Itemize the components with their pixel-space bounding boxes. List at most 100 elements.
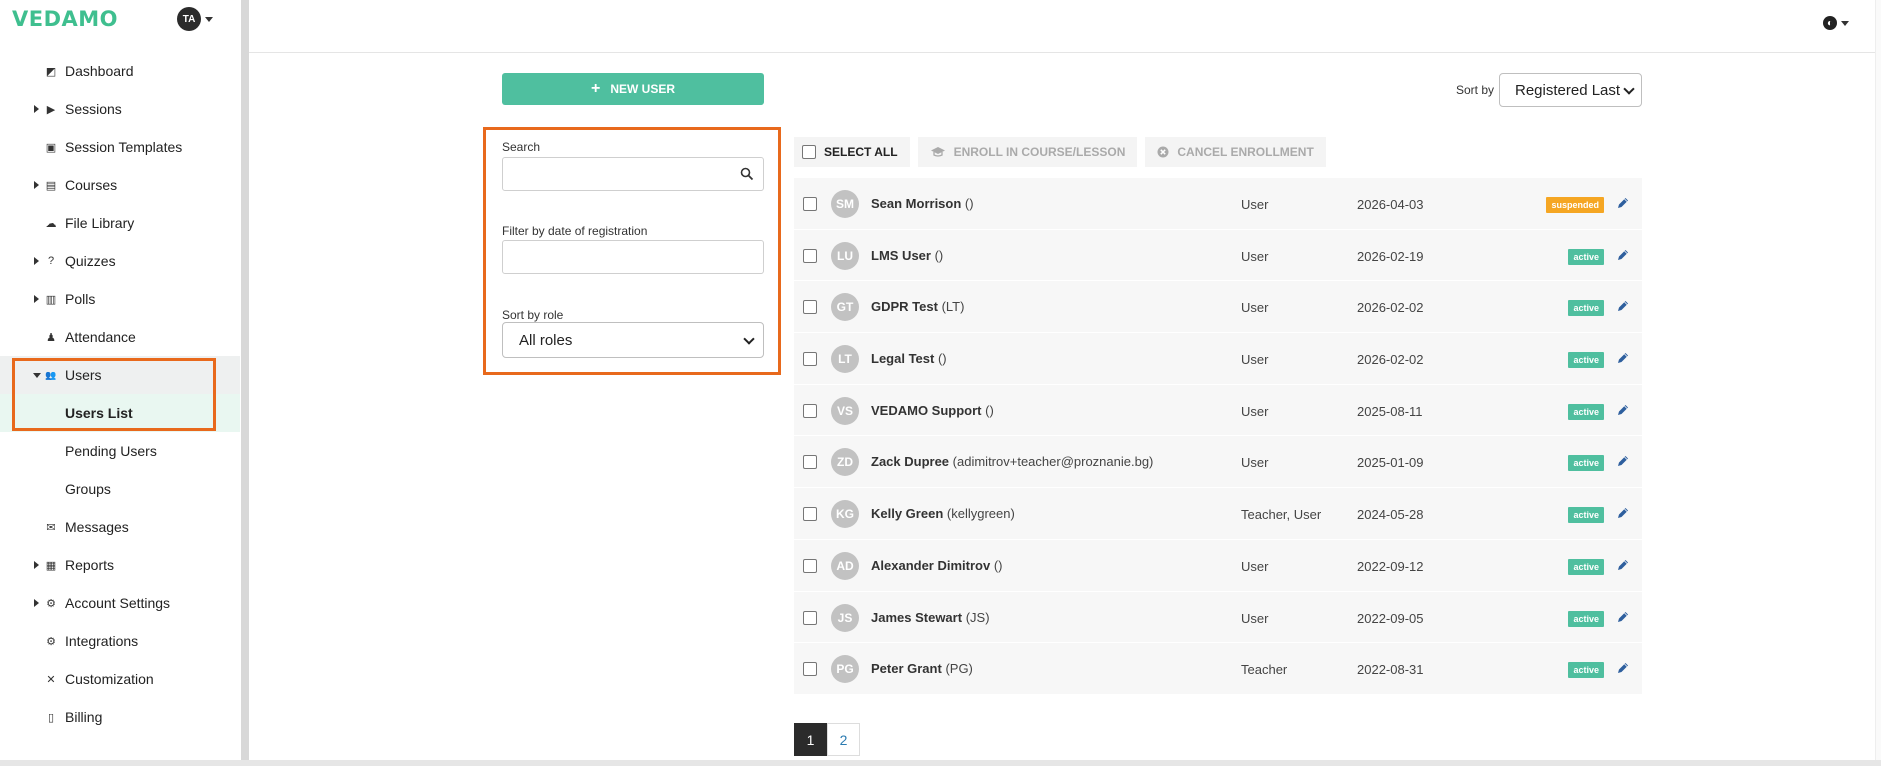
sidebar-item-label: Pending Users (65, 443, 157, 459)
table-row[interactable]: PG Peter Grant (PG) Teacher 2022-08-31 activ… (794, 643, 1642, 695)
pencil-icon[interactable] (1616, 196, 1630, 210)
row-checkbox[interactable] (803, 300, 817, 315)
row-checkbox[interactable] (803, 403, 817, 418)
pencil-icon[interactable] (1616, 403, 1630, 417)
sidebar-item-billing[interactable]: ▯ Billing (0, 698, 240, 736)
table-row[interactable]: AD Alexander Dimitrov () User 2022-09-12 act… (794, 540, 1642, 592)
sidebar-item-file-library[interactable]: ☁ File Library (0, 204, 240, 242)
sidebar-item-label: Billing (65, 709, 103, 725)
caret-right-icon[interactable] (34, 295, 39, 303)
sidebar-scrollbar[interactable] (241, 0, 249, 760)
date-filter-input[interactable] (502, 240, 764, 274)
pencil-icon[interactable] (1616, 558, 1630, 572)
table-row[interactable]: JS James Stewart (JS) User 2022-09-05 active (794, 592, 1642, 644)
registration-date: 2026-02-02 (1357, 300, 1424, 316)
user-name-cell[interactable]: James Stewart (JS) (871, 610, 990, 625)
user-name[interactable]: VEDAMO Support (871, 403, 982, 418)
user-name[interactable]: Legal Test (871, 351, 934, 366)
row-checkbox[interactable] (803, 352, 817, 367)
sidebar-item-label: Sessions (65, 101, 122, 117)
sidebar-item-account-settings[interactable]: ⚙ Account Settings (0, 584, 240, 622)
user-name[interactable]: Sean Morrison (871, 196, 961, 211)
user-name[interactable]: LMS User (871, 248, 931, 263)
table-row[interactable]: LT Legal Test () User 2026-02-02 active (794, 333, 1642, 385)
user-name[interactable]: Alexander Dimitrov (871, 558, 990, 573)
user-name-cell[interactable]: Peter Grant (PG) (871, 661, 973, 676)
sidebar-item-quizzes[interactable]: ? Quizzes (0, 242, 240, 280)
sort-select[interactable]: Registered Last (1499, 73, 1642, 107)
cancel-enrollment-button[interactable]: CANCEL ENROLLMENT (1145, 137, 1326, 167)
caret-right-icon[interactable] (34, 105, 39, 113)
row-checkbox[interactable] (803, 248, 817, 263)
sidebar-item-reports[interactable]: ▦ Reports (0, 546, 240, 584)
caret-right-icon[interactable] (34, 181, 39, 189)
user-name[interactable]: Peter Grant (871, 661, 942, 676)
sidebar-item-groups[interactable]: Groups (0, 470, 240, 508)
sidebar-item-attendance[interactable]: ♟ Attendance (0, 318, 240, 356)
table-row[interactable]: LU LMS User () User 2026-02-19 active (794, 230, 1642, 282)
search-input[interactable] (502, 157, 764, 191)
user-role: User (1241, 558, 1269, 574)
user-name-cell[interactable]: Zack Dupree (adimitrov+teacher@proznanie… (871, 454, 1153, 469)
user-name[interactable]: James Stewart (871, 610, 962, 625)
user-name-cell[interactable]: Legal Test () (871, 351, 947, 366)
table-row[interactable]: GT GDPR Test (LT) User 2026-02-02 active (794, 281, 1642, 334)
pencil-icon[interactable] (1616, 506, 1630, 520)
user-name-cell[interactable]: Sean Morrison () (871, 196, 974, 211)
user-name[interactable]: Kelly Green (871, 506, 943, 521)
pencil-icon[interactable] (1616, 661, 1630, 675)
user-login: (adimitrov+teacher@proznanie.bg) (952, 454, 1154, 470)
sidebar-item-session-templates[interactable]: ▣ Session Templates (0, 128, 240, 166)
sidebar-item-polls[interactable]: ▥ Polls (0, 280, 240, 318)
caret-right-icon[interactable] (34, 257, 39, 265)
table-row[interactable]: VS VEDAMO Support () User 2025-08-11 active (794, 385, 1642, 437)
role-select[interactable]: All roles (502, 322, 764, 358)
vedamo-logo[interactable]: VEDAMO (12, 7, 118, 31)
sidebar-item-integrations[interactable]: ⚙ Integrations (0, 622, 240, 660)
user-name-cell[interactable]: Kelly Green (kellygreen) (871, 506, 1015, 521)
select-all-checkbox[interactable] (802, 145, 816, 159)
row-checkbox[interactable] (803, 610, 817, 625)
table-row[interactable]: ZD Zack Dupree (adimitrov+teacher@proznan… (794, 436, 1642, 489)
caret-right-icon[interactable] (34, 599, 39, 607)
page-button-1[interactable]: 1 (794, 723, 827, 756)
status-badge: active (1568, 403, 1604, 420)
role-filter-label: Sort by role (502, 308, 564, 322)
page-scrollbar[interactable] (1875, 0, 1881, 760)
user-name[interactable]: Zack Dupree (871, 454, 949, 469)
cloud-upload-icon: ☁ (45, 217, 57, 230)
row-checkbox[interactable] (803, 507, 817, 522)
select-all-button[interactable]: SELECT ALL (794, 137, 910, 167)
row-checkbox[interactable] (803, 197, 817, 211)
sidebar-item-pending-users[interactable]: Pending Users (0, 432, 240, 470)
row-checkbox[interactable] (803, 558, 817, 573)
user-name-cell[interactable]: GDPR Test (LT) (871, 299, 964, 314)
user-name-cell[interactable]: VEDAMO Support () (871, 403, 994, 418)
sidebar-item-dashboard[interactable]: ◩ Dashboard (0, 52, 240, 90)
user-name-cell[interactable]: LMS User () (871, 248, 943, 263)
enroll-button[interactable]: ENROLL IN COURSE/LESSON (917, 137, 1138, 167)
pencil-icon[interactable] (1616, 248, 1630, 262)
user-name[interactable]: GDPR Test (871, 299, 938, 314)
table-row[interactable]: SM Sean Morrison () User 2026-04-03 suspende… (794, 178, 1642, 230)
sidebar-item-messages[interactable]: ✉ Messages (0, 508, 240, 546)
caret-right-icon[interactable] (34, 561, 39, 569)
sidebar-item-courses[interactable]: ▤ Courses (0, 166, 240, 204)
help-menu-button[interactable]: ◐ (1823, 16, 1849, 30)
row-checkbox[interactable] (803, 455, 817, 470)
pencil-icon[interactable] (1616, 299, 1630, 313)
pencil-icon[interactable] (1616, 454, 1630, 468)
user-login: (LT) (941, 299, 965, 315)
sidebar-item-sessions[interactable]: ▶ Sessions (0, 90, 240, 128)
page-button-2[interactable]: 2 (827, 723, 860, 756)
account-menu[interactable]: TA (177, 7, 213, 31)
sidebar-item-customization[interactable]: ✕ Customization (0, 660, 240, 698)
user-name-cell[interactable]: Alexander Dimitrov () (871, 558, 1003, 573)
row-checkbox[interactable] (803, 662, 817, 677)
horizontal-scrollbar[interactable] (0, 760, 1881, 766)
sort-label: Sort by (1456, 83, 1495, 97)
new-user-button[interactable]: + NEW USER (502, 73, 764, 105)
pencil-icon[interactable] (1616, 610, 1630, 624)
pencil-icon[interactable] (1616, 351, 1630, 365)
table-row[interactable]: KG Kelly Green (kellygreen) Teacher, User 2… (794, 488, 1642, 540)
